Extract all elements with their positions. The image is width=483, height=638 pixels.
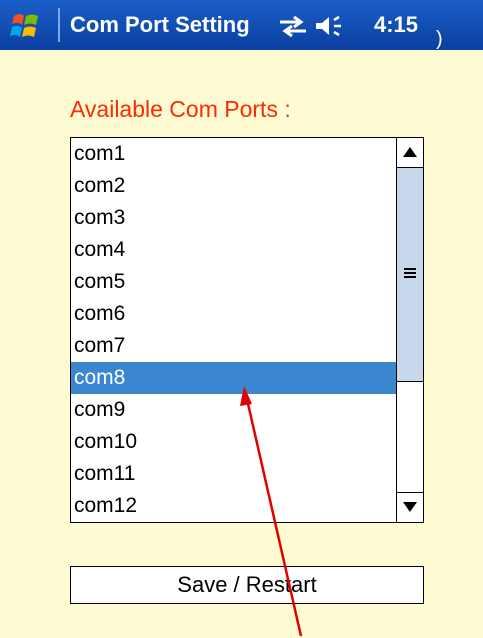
scroll-down-button[interactable] — [397, 492, 423, 522]
save-restart-button[interactable]: Save / Restart — [70, 566, 424, 604]
vertical-scrollbar[interactable] — [396, 138, 423, 522]
com-port-item[interactable]: com2 — [71, 170, 396, 202]
com-port-item[interactable]: com3 — [71, 202, 396, 234]
window-title: Com Port Setting — [70, 12, 250, 37]
com-port-list[interactable]: com1 com2 com3 com4 com5 com6 com7 com8 com9 com1… — [71, 138, 396, 522]
com-port-item[interactable]: com6 — [71, 298, 396, 330]
content-area: Available Com Ports : com1 com2 com3 com4 co… — [0, 50, 483, 638]
arrow-down-icon — [403, 502, 417, 512]
title-bar: Com Port Setting 4:15 ) — [0, 0, 483, 50]
com-port-item[interactable]: com7 — [71, 330, 396, 362]
com-port-listbox[interactable]: com1 com2 com3 com4 com5 com6 com7 com8 com9 com1… — [70, 137, 424, 523]
scroll-up-button[interactable] — [397, 138, 423, 168]
com-port-item[interactable]: com4 — [71, 234, 396, 266]
com-port-item[interactable]: com9 — [71, 394, 396, 426]
title-edge-mark: ) — [436, 28, 443, 50]
arrow-up-icon — [403, 147, 417, 157]
com-port-item[interactable]: com12 — [71, 490, 396, 522]
com-port-item[interactable]: com1 — [71, 138, 396, 170]
grip-icon — [404, 268, 416, 278]
com-port-item[interactable]: com10 — [71, 426, 396, 458]
com-port-item[interactable]: com11 — [71, 458, 396, 490]
ports-label: Available Com Ports : — [70, 96, 291, 122]
status-icons — [276, 14, 346, 38]
scroll-thumb[interactable] — [397, 168, 423, 382]
volume-icon[interactable] — [314, 14, 346, 38]
com-port-item[interactable]: com8 — [71, 362, 396, 394]
windows-start-icon[interactable] — [8, 10, 44, 42]
clock[interactable]: 4:15 — [374, 12, 418, 38]
com-port-item[interactable]: com5 — [71, 266, 396, 298]
title-separator — [58, 8, 60, 42]
connectivity-icon[interactable] — [276, 14, 310, 38]
